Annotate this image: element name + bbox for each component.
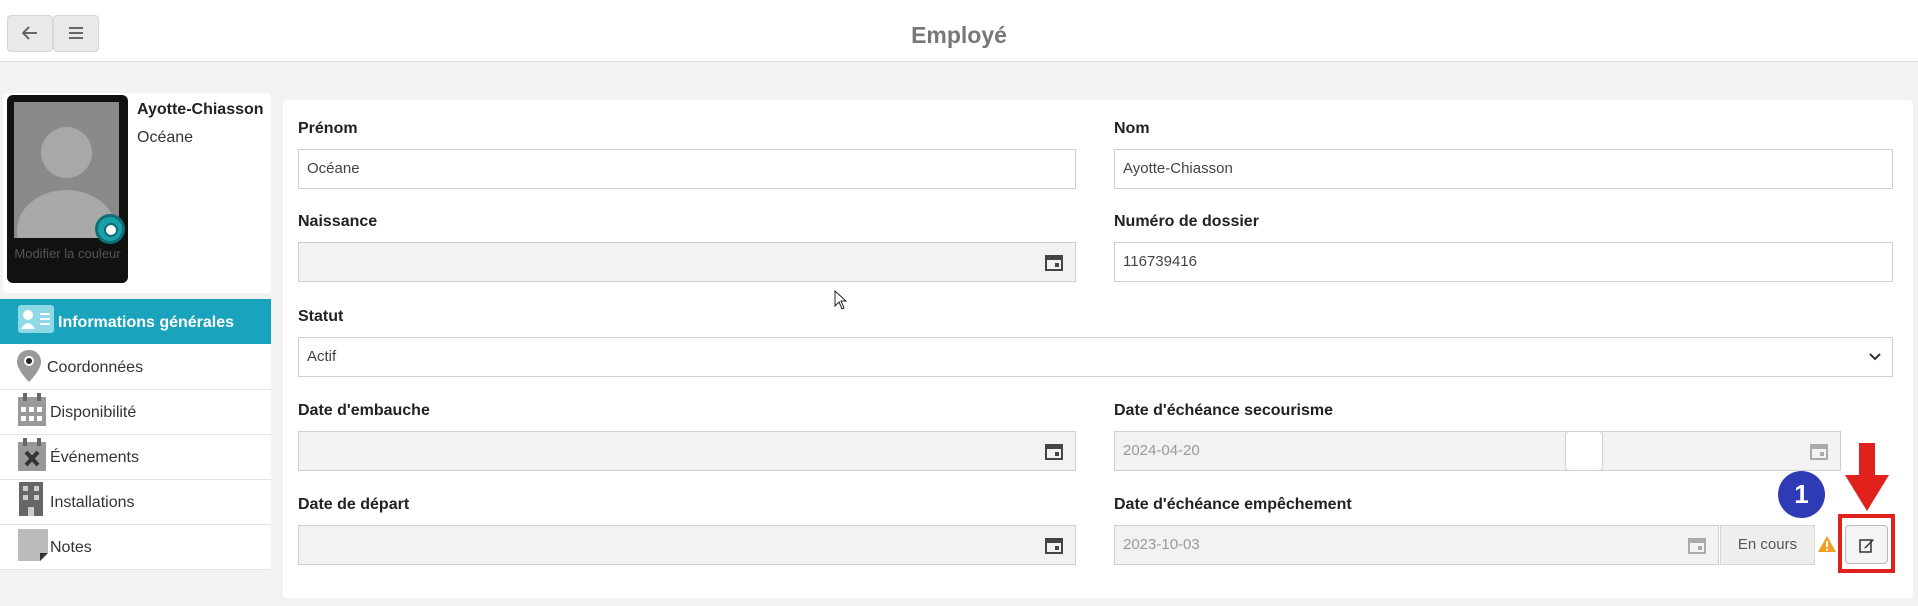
- statut-select[interactable]: Actif: [298, 337, 1893, 377]
- empechement-date-input[interactable]: 2023-10-03: [1114, 525, 1719, 565]
- calendar-icon[interactable]: [1045, 536, 1063, 554]
- naissance-label: Naissance: [298, 213, 378, 230]
- statut-label: Statut: [298, 308, 344, 325]
- employee-photo[interactable]: Modifier la couleur: [7, 95, 128, 283]
- empechement-label: Date d'échéance empêchement: [1114, 496, 1352, 513]
- secourisme-value: 2024-04-20: [1123, 442, 1200, 459]
- employee-last-name: Ayotte-Chiasson: [137, 101, 264, 118]
- nav-item-evenements[interactable]: Événements: [0, 435, 271, 480]
- secourisme-action-button[interactable]: [1565, 431, 1603, 471]
- nav-item-informations-generales[interactable]: Informations générales: [0, 299, 271, 344]
- note-icon: [18, 529, 48, 561]
- section-nav: Informations générales Coordonnées Dispo…: [0, 299, 271, 570]
- warning-icon: [1818, 536, 1836, 552]
- employee-first-name: Océane: [137, 129, 194, 146]
- nav-label: Informations générales: [58, 314, 235, 331]
- building-icon: [19, 482, 43, 516]
- depart-date-input[interactable]: [298, 525, 1076, 565]
- secourisme-label: Date d'échéance secourisme: [1114, 402, 1334, 419]
- calendar-icon[interactable]: [1045, 253, 1063, 271]
- calendar-icon[interactable]: [1045, 442, 1063, 460]
- prenom-label: Prénom: [298, 120, 358, 137]
- embauche-label: Date d'embauche: [298, 402, 430, 419]
- dossier-input[interactable]: 116739416: [1114, 242, 1893, 282]
- statut-value: Actif: [307, 348, 337, 365]
- chevron-down-icon: [1869, 353, 1881, 361]
- nav-label: Installations: [50, 494, 135, 511]
- dossier-label: Numéro de dossier: [1114, 213, 1259, 230]
- nav-item-installations[interactable]: Installations: [0, 480, 271, 525]
- nom-input[interactable]: Ayotte-Chiasson: [1114, 149, 1893, 189]
- depart-label: Date de départ: [298, 496, 410, 513]
- calendar-x-icon: [18, 438, 46, 471]
- nav-item-coordonnees[interactable]: Coordonnées: [0, 345, 271, 390]
- change-color-label[interactable]: Modifier la couleur: [7, 247, 128, 261]
- mouse-cursor-icon: [834, 290, 848, 310]
- profile-card: Modifier la couleur Ayotte-Chiasson Océa…: [3, 93, 271, 293]
- id-card-icon: [18, 305, 54, 333]
- empechement-value: 2023-10-03: [1123, 536, 1200, 553]
- nav-label: Événements: [50, 449, 139, 466]
- page-title: Employé: [911, 22, 1007, 48]
- nav-label: Notes: [50, 539, 92, 556]
- step-number-badge: 1: [1778, 471, 1825, 518]
- embauche-date-input[interactable]: [298, 431, 1076, 471]
- nav-label: Disponibilité: [50, 404, 137, 421]
- nav-label: Coordonnées: [47, 359, 144, 376]
- calendar-icon[interactable]: [1810, 442, 1828, 460]
- prenom-input[interactable]: Océane: [298, 149, 1076, 189]
- naissance-date-input[interactable]: [298, 242, 1076, 282]
- calendar-icon: [18, 393, 46, 426]
- empechement-status-badge: En cours: [1720, 525, 1815, 565]
- camera-icon[interactable]: [95, 214, 125, 244]
- top-bar: Employé: [0, 0, 1918, 62]
- nom-label: Nom: [1114, 120, 1150, 137]
- annotation-highlight-box: [1838, 514, 1895, 573]
- map-pin-icon: [17, 350, 41, 382]
- annotation-arrow-icon: [1845, 443, 1889, 511]
- secourisme-date-input[interactable]: 2024-04-20: [1114, 431, 1841, 471]
- avatar-head: [41, 127, 92, 178]
- nav-item-disponibilite[interactable]: Disponibilité: [0, 390, 271, 435]
- nav-item-notes[interactable]: Notes: [0, 525, 271, 570]
- calendar-icon[interactable]: [1688, 536, 1706, 554]
